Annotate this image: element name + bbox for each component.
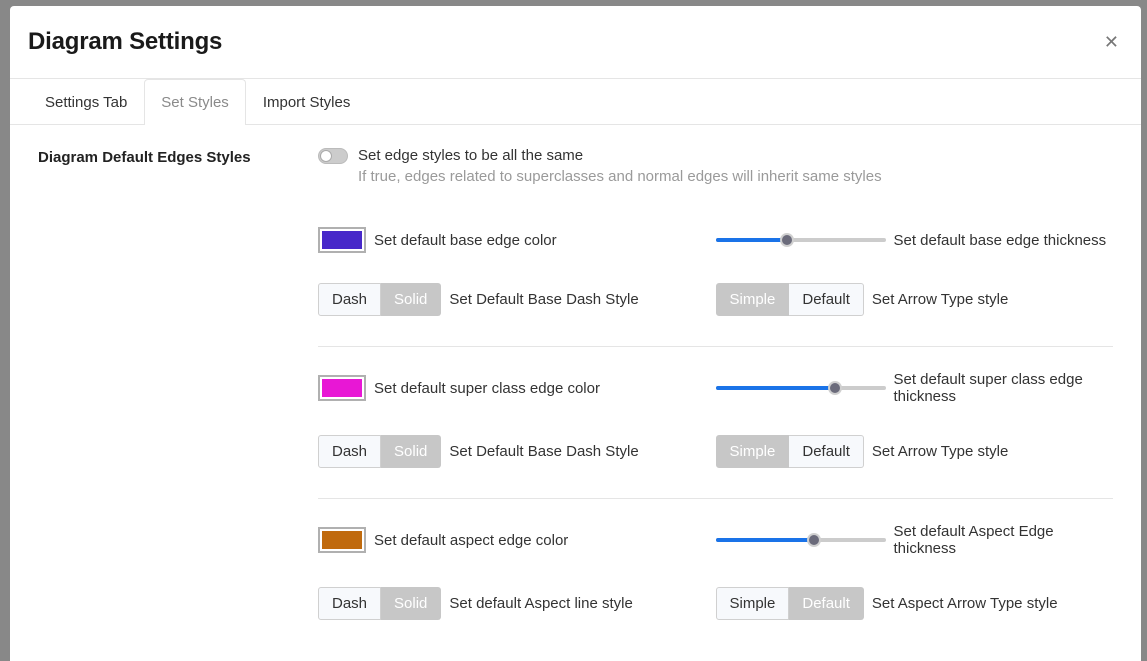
super-slider-thumb[interactable] — [828, 381, 842, 395]
super-color-label: Set default super class edge color — [374, 380, 600, 397]
super-arrow-group: Simple Default — [716, 435, 864, 468]
super-edge-color-swatch[interactable] — [318, 375, 366, 401]
base-dash-button[interactable]: Dash — [318, 283, 381, 316]
modal-title: Diagram Settings — [28, 28, 222, 56]
aspect-arrow-group: Simple Default — [716, 587, 864, 620]
base-arrow-label: Set Arrow Type style — [872, 291, 1008, 308]
aspect-slider-thumb[interactable] — [807, 533, 821, 547]
close-button[interactable]: ✕ — [1100, 29, 1123, 55]
tabs-bar: Settings Tab Set Styles Import Styles — [10, 79, 1141, 125]
same-styles-toggle[interactable] — [318, 148, 348, 164]
modal-body: Diagram Default Edges Styles Set edge st… — [10, 125, 1141, 661]
super-solid-button[interactable]: Solid — [381, 435, 441, 468]
base-slider-fill — [716, 238, 787, 242]
base-thickness-label: Set default base edge thickness — [894, 232, 1107, 249]
aspect-dash-button[interactable]: Dash — [318, 587, 381, 620]
aspect-simple-button[interactable]: Simple — [716, 587, 790, 620]
super-simple-button[interactable]: Simple — [716, 435, 790, 468]
toggle-description: If true, edges related to superclasses a… — [358, 168, 1113, 185]
base-arrow-group: Simple Default — [716, 283, 864, 316]
super-dash-label: Set Default Base Dash Style — [449, 443, 638, 460]
base-color-preview — [322, 231, 362, 249]
tab-import-styles[interactable]: Import Styles — [246, 79, 368, 125]
base-edge-block: Set default base edge color Set default … — [318, 203, 1113, 347]
aspect-default-button[interactable]: Default — [789, 587, 864, 620]
super-edge-block: Set default super class edge color Set d… — [318, 347, 1113, 499]
tab-settings-tab[interactable]: Settings Tab — [28, 79, 144, 125]
base-thickness-slider[interactable] — [716, 232, 886, 248]
style-blocks-container: Set default base edge color Set default … — [318, 203, 1113, 650]
aspect-thickness-slider[interactable] — [716, 532, 886, 548]
base-solid-button[interactable]: Solid — [381, 283, 441, 316]
aspect-dash-group: Dash Solid — [318, 587, 441, 620]
toggle-label: Set edge styles to be all the same — [358, 147, 583, 164]
aspect-arrow-label: Set Aspect Arrow Type style — [872, 595, 1058, 612]
settings-modal: Diagram Settings ✕ Settings Tab Set Styl… — [10, 6, 1141, 661]
section-row: Diagram Default Edges Styles Set edge st… — [38, 147, 1113, 185]
section-controls: Set edge styles to be all the same If tr… — [318, 147, 1113, 185]
aspect-color-label: Set default aspect edge color — [374, 532, 568, 549]
super-dash-button[interactable]: Dash — [318, 435, 381, 468]
super-arrow-label: Set Arrow Type style — [872, 443, 1008, 460]
base-slider-thumb[interactable] — [780, 233, 794, 247]
super-slider-fill — [716, 386, 835, 390]
modal-header: Diagram Settings ✕ — [10, 6, 1141, 79]
aspect-dash-label: Set default Aspect line style — [449, 595, 632, 612]
base-dash-label: Set Default Base Dash Style — [449, 291, 638, 308]
aspect-solid-button[interactable]: Solid — [381, 587, 441, 620]
super-thickness-label: Set default super class edge thickness — [894, 371, 1114, 405]
base-edge-color-swatch[interactable] — [318, 227, 366, 253]
base-simple-button[interactable]: Simple — [716, 283, 790, 316]
aspect-color-preview — [322, 531, 362, 549]
super-default-button[interactable]: Default — [789, 435, 864, 468]
base-dash-group: Dash Solid — [318, 283, 441, 316]
super-dash-group: Dash Solid — [318, 435, 441, 468]
super-color-preview — [322, 379, 362, 397]
toggle-row: Set edge styles to be all the same — [318, 147, 1113, 164]
section-label: Diagram Default Edges Styles — [38, 147, 318, 166]
close-icon: ✕ — [1104, 32, 1119, 52]
base-default-button[interactable]: Default — [789, 283, 864, 316]
aspect-thickness-label: Set default Aspect Edge thickness — [894, 523, 1114, 557]
aspect-slider-fill — [716, 538, 815, 542]
base-color-label: Set default base edge color — [374, 232, 557, 249]
super-thickness-slider[interactable] — [716, 380, 886, 396]
tab-set-styles[interactable]: Set Styles — [144, 79, 246, 125]
aspect-edge-block: Set default aspect edge color Set defaul… — [318, 499, 1113, 650]
aspect-edge-color-swatch[interactable] — [318, 527, 366, 553]
